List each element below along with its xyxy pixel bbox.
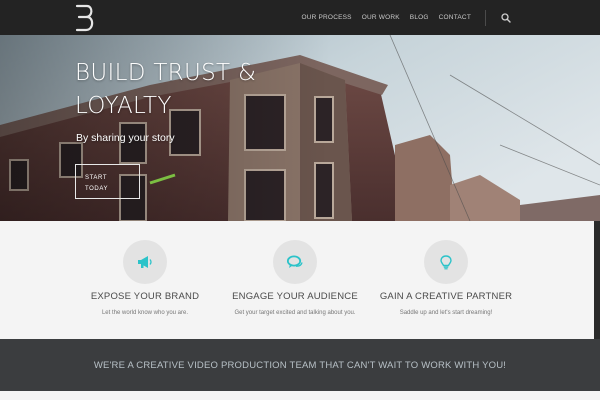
hero-title: BUILD TRUST & LOYALTY [75, 57, 335, 123]
search-icon [501, 12, 511, 23]
features-section: EXPOSE YOUR BRAND Let the world know who… [0, 221, 600, 339]
nav-our-process[interactable]: OUR PROCESS [301, 14, 351, 21]
nav-blog[interactable]: BLOG [410, 14, 429, 21]
feature-creative-partner: GAIN A CREATIVE PARTNER Saddle up and le… [351, 240, 541, 316]
hero-title-line-2: LOYALTY [75, 93, 172, 119]
hero-section: BUILD TRUST & LOYALTY By sharing your st… [0, 35, 600, 221]
nav-divider [485, 9, 486, 26]
cta-label-line-1: START [85, 175, 108, 181]
lightbulb-icon [440, 254, 452, 269]
b-monogram-logo[interactable] [74, 4, 96, 32]
feature-description: Saddle up and let's start dreaming! [399, 310, 493, 316]
nav-our-work[interactable]: OUR WORK [362, 14, 400, 21]
hero-title-line-1: BUILD TRUST & [75, 60, 257, 86]
feature-icon-circle [273, 240, 317, 284]
chat-bubbles-icon [287, 255, 303, 268]
cta-label-line-2: TODAY [85, 186, 109, 192]
nav-contact[interactable]: CONTACT [439, 14, 471, 21]
page: OUR PROCESS OUR WORK BLOG CONTACT BUILD … [0, 0, 600, 400]
search-button[interactable] [498, 10, 514, 26]
feature-icon-circle [123, 240, 167, 284]
banner-text: WE'RE A CREATIVE VIDEO PRODUCTION TEAM T… [93, 359, 507, 371]
scrollbar[interactable] [594, 221, 600, 339]
hero-subtitle: By sharing your story [76, 132, 175, 144]
cta-banner: WE'RE A CREATIVE VIDEO PRODUCTION TEAM T… [0, 339, 600, 391]
start-today-button[interactable]: START TODAY [75, 164, 140, 199]
footer-strip [0, 391, 600, 400]
site-header: OUR PROCESS OUR WORK BLOG CONTACT [0, 0, 600, 35]
feature-icon-circle [424, 240, 468, 284]
main-nav: OUR PROCESS OUR WORK BLOG CONTACT [301, 0, 600, 35]
megaphone-icon [138, 256, 152, 268]
feature-title: GAIN A CREATIVE PARTNER [379, 291, 513, 302]
